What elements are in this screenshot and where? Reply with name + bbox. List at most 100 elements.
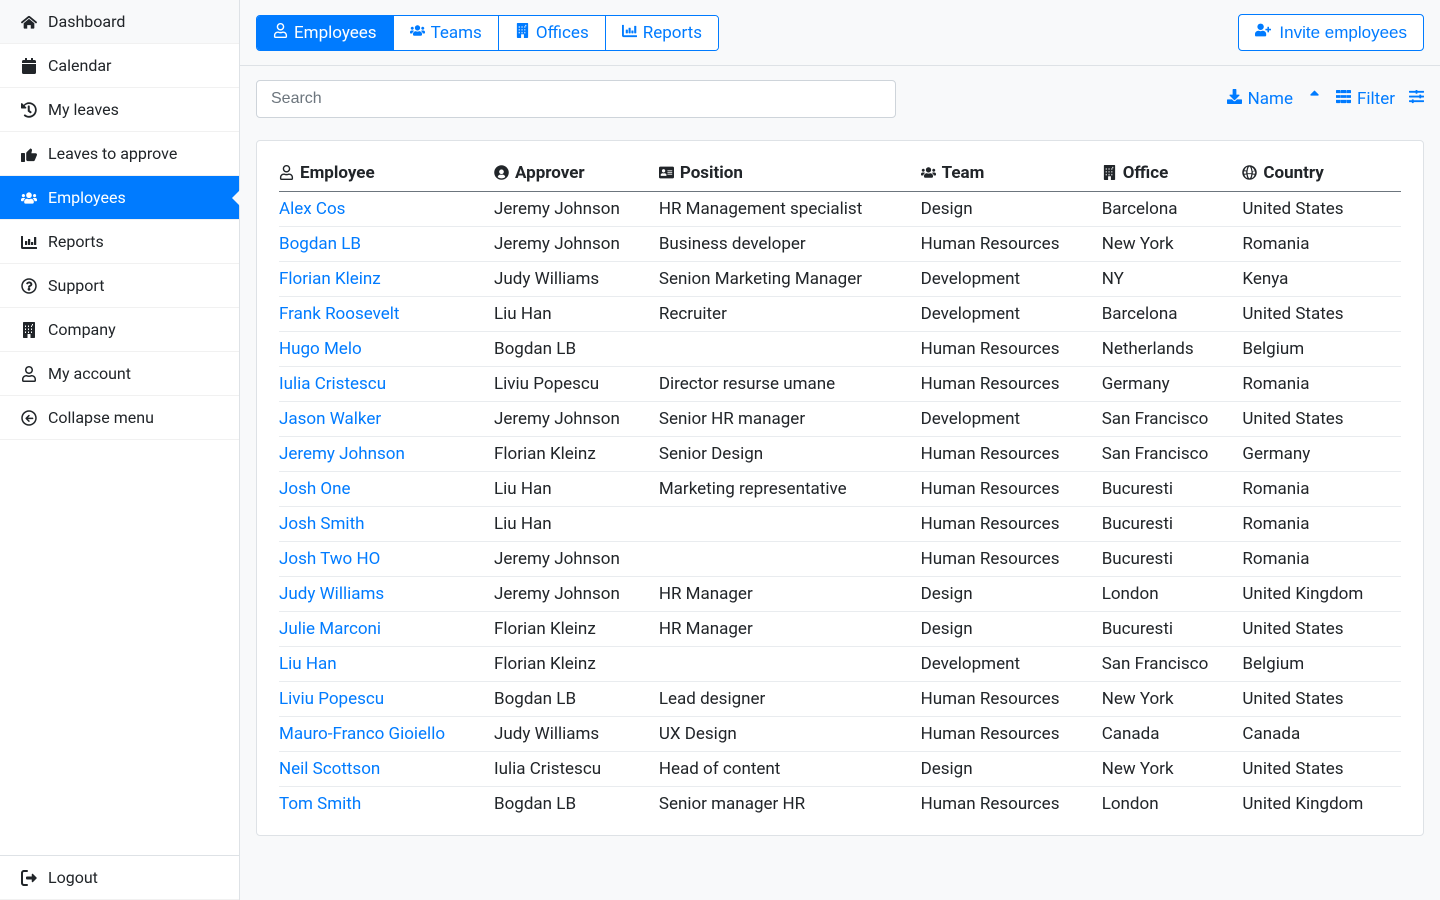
column-header-position[interactable]: Position: [659, 155, 921, 192]
cell-team: Design: [921, 752, 1102, 787]
table-row: Mauro-Franco GioielloJudy WilliamsUX Des…: [279, 717, 1401, 752]
cell-team: Human Resources: [921, 472, 1102, 507]
cell-country: United Kingdom: [1242, 787, 1401, 822]
export-name-button[interactable]: Name: [1227, 89, 1293, 109]
thumbs-up-icon: [20, 145, 38, 163]
tab-label: Reports: [643, 23, 702, 43]
sidebar-item-calendar[interactable]: Calendar: [0, 44, 239, 88]
sidebar-item-my-leaves[interactable]: My leaves: [0, 88, 239, 132]
invite-employees-button[interactable]: Invite employees: [1238, 14, 1424, 51]
sidebar-item-my-account[interactable]: My account: [0, 352, 239, 396]
cell-office: Canada: [1102, 717, 1243, 752]
cell-position: HR Manager: [659, 577, 921, 612]
employee-link[interactable]: Josh One: [279, 479, 351, 499]
sort-up-icon: [1307, 89, 1322, 109]
table-row: Iulia CristescuLiviu PopescuDirector res…: [279, 367, 1401, 402]
cell-team: Human Resources: [921, 367, 1102, 402]
table-row: Alex CosJeremy JohnsonHR Management spec…: [279, 192, 1401, 227]
employee-link[interactable]: Liu Han: [279, 654, 337, 674]
sidebar-item-collapse-menu[interactable]: Collapse menu: [0, 396, 239, 440]
cell-approver: Florian Kleinz: [494, 647, 659, 682]
calendar-icon: [20, 57, 38, 75]
export-name-label: Name: [1248, 89, 1293, 109]
cell-office: Bucuresti: [1102, 612, 1243, 647]
search-input[interactable]: [256, 80, 896, 118]
filter-button[interactable]: Filter: [1336, 89, 1395, 109]
employee-link[interactable]: Julie Marconi: [279, 619, 381, 639]
column-header-label: Position: [680, 163, 743, 183]
table-row: Frank RooseveltLiu HanRecruiterDevelopme…: [279, 297, 1401, 332]
sort-button[interactable]: [1307, 89, 1322, 109]
tab-teams[interactable]: Teams: [394, 16, 499, 50]
table-row: Liu HanFlorian KleinzDevelopmentSan Fran…: [279, 647, 1401, 682]
employee-link[interactable]: Jason Walker: [279, 409, 381, 429]
employee-link[interactable]: Florian Kleinz: [279, 269, 381, 289]
employee-link[interactable]: Neil Scottson: [279, 759, 380, 779]
cell-employee: Iulia Cristescu: [279, 367, 494, 402]
cell-approver: Liviu Popescu: [494, 367, 659, 402]
sidebar-item-reports[interactable]: Reports: [0, 220, 239, 264]
column-header-country[interactable]: Country: [1242, 155, 1401, 192]
sidebar-item-support[interactable]: Support: [0, 264, 239, 308]
employee-link[interactable]: Bogdan LB: [279, 234, 361, 254]
cell-team: Development: [921, 297, 1102, 332]
employee-link[interactable]: Jeremy Johnson: [279, 444, 405, 464]
user-icon: [279, 165, 294, 180]
cell-office: New York: [1102, 752, 1243, 787]
table-row: Jason WalkerJeremy JohnsonSenior HR mana…: [279, 402, 1401, 437]
table-row: Josh SmithLiu HanHuman ResourcesBucurest…: [279, 507, 1401, 542]
sidebar-item-employees[interactable]: Employees: [0, 176, 239, 220]
cell-team: Human Resources: [921, 332, 1102, 367]
settings-sliders-button[interactable]: [1409, 89, 1424, 109]
tab-reports[interactable]: Reports: [606, 16, 718, 50]
employee-link[interactable]: Frank Roosevelt: [279, 304, 399, 324]
cell-position: Marketing representative: [659, 472, 921, 507]
cell-position: [659, 332, 921, 367]
cell-employee: Liu Han: [279, 647, 494, 682]
employee-link[interactable]: Liviu Popescu: [279, 689, 384, 709]
tab-label: Employees: [294, 23, 377, 43]
logout-link[interactable]: Logout: [0, 856, 239, 900]
sidebar-item-company[interactable]: Company: [0, 308, 239, 352]
employee-link[interactable]: Hugo Melo: [279, 339, 362, 359]
sidebar-item-leaves-to-approve[interactable]: Leaves to approve: [0, 132, 239, 176]
cell-office: London: [1102, 787, 1243, 822]
download-icon: [1227, 89, 1242, 109]
cell-team: Design: [921, 612, 1102, 647]
cell-employee: Mauro-Franco Gioiello: [279, 717, 494, 752]
table-row: Judy WilliamsJeremy JohnsonHR ManagerDes…: [279, 577, 1401, 612]
employee-link[interactable]: Judy Williams: [279, 584, 384, 604]
column-header-label: Office: [1123, 163, 1169, 183]
cell-country: United States: [1242, 682, 1401, 717]
cell-country: United Kingdom: [1242, 577, 1401, 612]
cell-approver: Judy Williams: [494, 717, 659, 752]
tab-employees[interactable]: Employees: [257, 16, 394, 50]
arrow-circle-left-icon: [20, 409, 38, 427]
tab-offices[interactable]: Offices: [499, 16, 606, 50]
user-circle-icon: [494, 165, 509, 180]
cell-employee: Josh Two HO: [279, 542, 494, 577]
sidebar-item-dashboard[interactable]: Dashboard: [0, 0, 239, 44]
table-row: Tom SmithBogdan LBSenior manager HRHuman…: [279, 787, 1401, 822]
column-header-approver[interactable]: Approver: [494, 155, 659, 192]
column-header-label: Country: [1263, 163, 1323, 183]
cell-employee: Julie Marconi: [279, 612, 494, 647]
toolbar-actions: Name Filter: [1227, 89, 1424, 109]
employee-link[interactable]: Tom Smith: [279, 794, 361, 814]
cell-employee: Neil Scottson: [279, 752, 494, 787]
column-header-team[interactable]: Team: [921, 155, 1102, 192]
cell-country: Belgium: [1242, 647, 1401, 682]
cell-team: Human Resources: [921, 717, 1102, 752]
sidebar-item-label: My leaves: [48, 100, 119, 119]
cell-approver: Jeremy Johnson: [494, 192, 659, 227]
column-header-employee[interactable]: Employee: [279, 155, 494, 192]
column-header-office[interactable]: Office: [1102, 155, 1243, 192]
employee-link[interactable]: Mauro-Franco Gioiello: [279, 724, 445, 744]
employee-link[interactable]: Iulia Cristescu: [279, 374, 386, 394]
invite-employees-label: Invite employees: [1279, 23, 1407, 43]
employee-link[interactable]: Josh Smith: [279, 514, 365, 534]
table-row: Hugo MeloBogdan LBHuman ResourcesNetherl…: [279, 332, 1401, 367]
building-icon: [20, 321, 38, 339]
employee-link[interactable]: Alex Cos: [279, 199, 345, 219]
employee-link[interactable]: Josh Two HO: [279, 549, 380, 569]
